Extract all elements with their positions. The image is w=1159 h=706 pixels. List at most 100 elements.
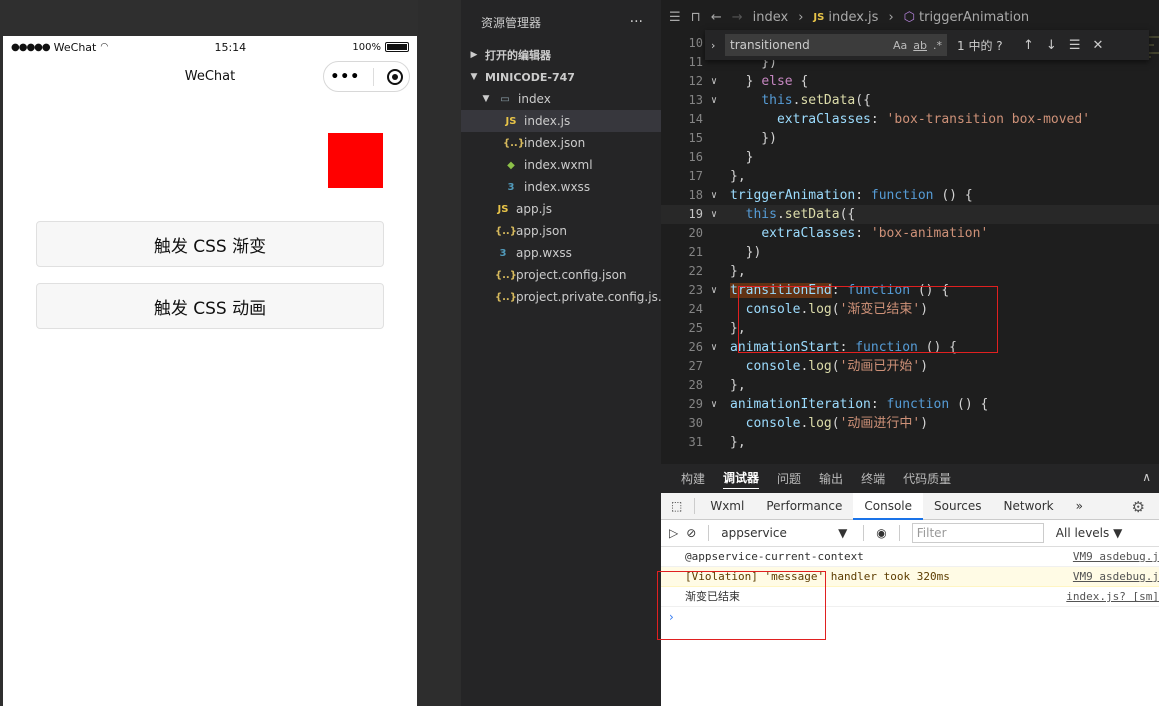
code-line[interactable]: 21 }) xyxy=(661,243,1159,262)
forward-arrow-icon[interactable]: → xyxy=(732,10,743,25)
code-line[interactable]: 12 ∨ } else { xyxy=(661,72,1159,91)
bookmark-icon[interactable]: ⊓ xyxy=(691,10,701,25)
console-source-link[interactable]: VM9 asdebug.j xyxy=(1073,547,1159,567)
breadcrumb-file[interactable]: index.js xyxy=(828,10,878,25)
folder-index[interactable]: ▼ ▭ index xyxy=(461,88,661,110)
fold-chevron-icon[interactable]: ∨ xyxy=(711,395,717,414)
fold-chevron-icon[interactable]: ∨ xyxy=(711,338,717,357)
console-output: @appservice-current-context VM9 asdebug.j… xyxy=(661,547,1159,607)
panel-tab[interactable]: 问题 xyxy=(777,470,801,487)
devtools-tab[interactable]: Network xyxy=(993,493,1065,520)
more-icon[interactable]: ••• xyxy=(330,69,360,85)
code-line[interactable]: 15 }) xyxy=(661,129,1159,148)
line-number: 28 xyxy=(688,378,703,392)
code-line[interactable]: 13 ∨ this.setData({ xyxy=(661,91,1159,110)
line-number: 12 xyxy=(688,74,703,88)
match-case-toggle[interactable]: Aa xyxy=(893,39,907,52)
code-line[interactable]: 25}, xyxy=(661,319,1159,338)
console-message: 渐变已结束 index.js? [sm] xyxy=(661,587,1159,607)
console-prompt[interactable]: › xyxy=(661,607,1159,627)
next-match-icon[interactable]: ↓ xyxy=(1046,38,1057,53)
panel-tab[interactable]: 构建 xyxy=(681,470,705,487)
fold-chevron-icon[interactable]: ∨ xyxy=(711,91,717,110)
code-line[interactable]: 14 extraClasses: 'box-transition box-mov… xyxy=(661,110,1159,129)
fold-chevron-icon[interactable]: ∨ xyxy=(711,186,717,205)
code-line[interactable]: 27 console.log('动画已开始') xyxy=(661,357,1159,376)
breadcrumb-symbol[interactable]: triggerAnimation xyxy=(919,10,1029,25)
console-source-link[interactable]: VM9 asdebug.j xyxy=(1073,567,1159,587)
find-in-selection-icon[interactable]: ☰ xyxy=(1069,38,1081,53)
console-message: [Violation] 'message' handler took 320ms… xyxy=(661,567,1159,587)
log-levels-select[interactable]: All levels ▼ xyxy=(1056,526,1123,540)
code-line[interactable]: 16 } xyxy=(661,148,1159,167)
method-icon: ⬡ xyxy=(903,9,915,25)
line-number: 16 xyxy=(688,150,703,164)
code-line[interactable]: 28}, xyxy=(661,376,1159,395)
panel-tab[interactable]: 调试器 xyxy=(723,469,760,489)
file-item[interactable]: 3 index.wxss xyxy=(461,176,661,198)
project-section[interactable]: ▼ MINICODE-747 xyxy=(461,66,661,88)
code-line[interactable]: 17}, xyxy=(661,167,1159,186)
line-number: 10 xyxy=(688,36,703,50)
file-item[interactable]: 3 app.wxss xyxy=(461,242,661,264)
code-line[interactable]: 24 console.log('渐变已结束') xyxy=(661,300,1159,319)
clear-console-icon[interactable]: ⊘ xyxy=(686,526,696,540)
code-line[interactable]: 30 console.log('动画进行中') xyxy=(661,414,1159,433)
code-line[interactable]: 22}, xyxy=(661,262,1159,281)
code-line[interactable]: 18 ∨ triggerAnimation: function () { xyxy=(661,186,1159,205)
close-icon[interactable]: ✕ xyxy=(1092,38,1103,53)
chevron-up-icon[interactable]: ∧ xyxy=(1142,470,1151,484)
panel-tab[interactable]: 代码质量 xyxy=(903,470,951,487)
code-editor[interactable]: ☰ ⊓ ← → index › JS index.js › ⬡ triggerA… xyxy=(661,0,1159,464)
code-line[interactable]: 19 ∨ this.setData({ xyxy=(661,205,1159,224)
sidebar-toggle-icon[interactable]: ▷ xyxy=(669,526,678,540)
console-message: @appservice-current-context VM9 asdebug.j xyxy=(661,547,1159,567)
code-line[interactable]: 26 ∨ animationStart: function () { xyxy=(661,338,1159,357)
code-line[interactable]: 31}, xyxy=(661,433,1159,452)
panel-tab[interactable]: 终端 xyxy=(861,470,885,487)
console-source-link[interactable]: index.js? [sm] xyxy=(1066,587,1159,607)
more-tabs-icon[interactable]: » xyxy=(1065,493,1094,520)
file-item[interactable]: {..} project.config.json xyxy=(461,264,661,286)
devtools-tab[interactable]: Wxml xyxy=(699,493,755,520)
back-arrow-icon[interactable]: ← xyxy=(711,10,722,25)
fold-chevron-icon[interactable]: ∨ xyxy=(711,281,717,300)
code-line[interactable]: 29 ∨ animationIteration: function () { xyxy=(661,395,1159,414)
previous-match-icon[interactable]: ↑ xyxy=(1023,38,1034,53)
regex-toggle[interactable]: .* xyxy=(933,39,942,52)
file-item[interactable]: JS app.js xyxy=(461,198,661,220)
fold-chevron-icon[interactable]: ∨ xyxy=(711,72,717,91)
breadcrumb-folder[interactable]: index xyxy=(753,10,789,25)
devtools-tab[interactable]: Sources xyxy=(923,493,992,520)
code-line[interactable]: 20 extraClasses: 'box-animation' xyxy=(661,224,1159,243)
file-item[interactable]: JS index.js xyxy=(461,110,661,132)
more-actions-icon[interactable]: ··· xyxy=(630,14,643,30)
line-number: 31 xyxy=(688,435,703,449)
list-icon[interactable]: ☰ xyxy=(669,10,681,25)
code-lines[interactable]: 10 extraClasses: 'box-transition'11 })12… xyxy=(661,34,1159,452)
file-item[interactable]: ◆ index.wxml xyxy=(461,154,661,176)
inspect-element-icon[interactable]: ⬚ xyxy=(661,493,690,520)
file-item[interactable]: {..} project.private.config.js... xyxy=(461,286,669,308)
file-item[interactable]: {..} index.json xyxy=(461,132,661,154)
status-time: 15:14 xyxy=(214,40,247,54)
menu-capsule[interactable]: ••• xyxy=(323,61,410,92)
code-line[interactable]: 23 ∨ transitionEnd: function () { xyxy=(661,281,1159,300)
capsule-divider xyxy=(372,67,374,86)
fold-chevron-icon[interactable]: ∨ xyxy=(711,205,717,224)
eye-icon[interactable]: ◉ xyxy=(876,526,886,540)
whole-word-toggle[interactable]: ab xyxy=(913,39,927,52)
open-editors-section[interactable]: ▶ 打开的编辑器 xyxy=(461,44,661,66)
find-input[interactable]: transitionend Aa ab .* xyxy=(725,34,947,56)
filter-input[interactable]: Filter xyxy=(911,523,1044,543)
trigger-transition-button[interactable]: 触发 CSS 渐变 xyxy=(36,221,384,267)
file-item[interactable]: {..} app.json xyxy=(461,220,661,242)
devtools-tab[interactable]: Performance xyxy=(755,493,853,520)
toggle-replace-icon[interactable]: › xyxy=(711,39,725,52)
panel-tab[interactable]: 输出 xyxy=(819,470,843,487)
close-mini-program-icon[interactable] xyxy=(386,68,403,85)
devtools-tab[interactable]: Console xyxy=(853,492,924,520)
gear-icon[interactable]: ⚙ xyxy=(1132,498,1145,516)
trigger-animation-button[interactable]: 触发 CSS 动画 xyxy=(36,283,384,329)
context-select[interactable]: appservice ▼ xyxy=(721,526,851,540)
